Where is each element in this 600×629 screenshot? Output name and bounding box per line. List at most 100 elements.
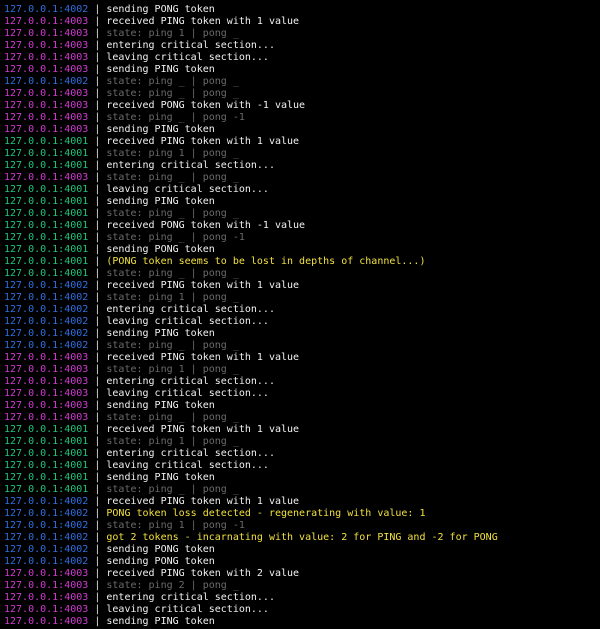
log-message: entering critical section...: [106, 160, 275, 171]
log-separator: |: [94, 556, 101, 567]
log-host: 127.0.0.1:4001: [4, 220, 89, 231]
log-host: 127.0.0.1:4003: [4, 616, 89, 627]
log-host: 127.0.0.1:4002: [4, 292, 89, 303]
log-line: 127.0.0.1:4001 | leaving critical sectio…: [4, 184, 600, 196]
log-message: state: ping 1 | pong _: [106, 436, 239, 447]
log-line: 127.0.0.1:4002 | PONG token loss detecte…: [4, 508, 600, 520]
log-separator: |: [94, 172, 101, 183]
log-separator: |: [94, 112, 101, 123]
log-host: 127.0.0.1:4001: [4, 160, 89, 171]
log-line: 127.0.0.1:4003 | received PING token wit…: [4, 352, 600, 364]
log-message: state: ping _ | pong _: [106, 172, 239, 183]
log-separator: |: [94, 532, 101, 543]
log-message: leaving critical section...: [106, 184, 269, 195]
log-message: leaving critical section...: [106, 316, 269, 327]
log-host: 127.0.0.1:4001: [4, 196, 89, 207]
log-message: sending PING token: [106, 64, 215, 75]
log-message: leaving critical section...: [106, 460, 269, 471]
log-host: 127.0.0.1:4002: [4, 340, 89, 351]
log-message: state: ping _ | pong _: [106, 484, 239, 495]
log-message: sending PING token: [106, 196, 215, 207]
log-separator: |: [94, 328, 101, 339]
log-host: 127.0.0.1:4003: [4, 592, 89, 603]
log-message: received PONG token with -1 value: [106, 220, 306, 231]
log-separator: |: [94, 64, 101, 75]
log-host: 127.0.0.1:4003: [4, 16, 89, 27]
log-message: state: ping 1 | pong _: [106, 148, 239, 159]
log-message: state: ping _ | pong _: [106, 88, 239, 99]
log-line: 127.0.0.1:4003 | state: ping 1 | pong _: [4, 364, 600, 376]
log-host: 127.0.0.1:4001: [4, 436, 89, 447]
log-line: 127.0.0.1:4002 | received PING token wit…: [4, 496, 600, 508]
log-separator: |: [94, 604, 101, 615]
log-line: 127.0.0.1:4003 | state: ping 2 | pong _: [4, 580, 600, 592]
log-host: 127.0.0.1:4003: [4, 400, 89, 411]
log-host: 127.0.0.1:4003: [4, 64, 89, 75]
log-message: entering critical section...: [106, 592, 275, 603]
log-host: 127.0.0.1:4003: [4, 88, 89, 99]
log-host: 127.0.0.1:4002: [4, 316, 89, 327]
log-line: 127.0.0.1:4002 | received PING token wit…: [4, 280, 600, 292]
log-line: 127.0.0.1:4002 | sending PING token: [4, 328, 600, 340]
log-separator: |: [94, 544, 101, 555]
log-separator: |: [94, 292, 101, 303]
log-line: 127.0.0.1:4003 | received PING token wit…: [4, 568, 600, 580]
log-line: 127.0.0.1:4001 | sending PING token: [4, 196, 600, 208]
log-separator: |: [94, 436, 101, 447]
log-line: 127.0.0.1:4003 | state: ping _ | pong _: [4, 88, 600, 100]
log-separator: |: [94, 208, 101, 219]
log-host: 127.0.0.1:4003: [4, 580, 89, 591]
log-message: state: ping _ | pong _: [106, 268, 239, 279]
log-message: sending PING token: [106, 616, 215, 627]
terminal-output[interactable]: 127.0.0.1:4002 | sending PONG token 127.0…: [0, 0, 600, 629]
log-separator: |: [94, 424, 101, 435]
log-message: state: ping 1 | pong _: [106, 292, 239, 303]
log-host: 127.0.0.1:4003: [4, 40, 89, 51]
log-separator: |: [94, 340, 101, 351]
log-separator: |: [94, 592, 101, 603]
log-separator: |: [94, 568, 101, 579]
log-host: 127.0.0.1:4001: [4, 208, 89, 219]
log-separator: |: [94, 376, 101, 387]
log-message: got 2 tokens - incarnating with value: 2…: [106, 532, 498, 543]
log-line: 127.0.0.1:4003 | sending PING token: [4, 400, 600, 412]
log-line: 127.0.0.1:4003 | entering critical secti…: [4, 40, 600, 52]
log-host: 127.0.0.1:4003: [4, 376, 89, 387]
log-line: 127.0.0.1:4001 | received PING token wit…: [4, 424, 600, 436]
log-line: 127.0.0.1:4003 | leaving critical sectio…: [4, 604, 600, 616]
log-message: received PING token with 2 value: [106, 568, 300, 579]
log-host: 127.0.0.1:4003: [4, 124, 89, 135]
log-line: 127.0.0.1:4003 | sending PING token: [4, 64, 600, 76]
log-line: 127.0.0.1:4003 | leaving critical sectio…: [4, 52, 600, 64]
log-message: state: ping _ | pong -1: [106, 232, 245, 243]
log-line: 127.0.0.1:4002 | leaving critical sectio…: [4, 316, 600, 328]
log-host: 127.0.0.1:4001: [4, 484, 89, 495]
log-host: 127.0.0.1:4002: [4, 520, 89, 531]
log-line: 127.0.0.1:4003 | sending PING token: [4, 616, 600, 628]
log-separator: |: [94, 304, 101, 315]
log-host: 127.0.0.1:4003: [4, 568, 89, 579]
log-separator: |: [94, 316, 101, 327]
log-host: 127.0.0.1:4002: [4, 508, 89, 519]
log-host: 127.0.0.1:4003: [4, 364, 89, 375]
log-host: 127.0.0.1:4002: [4, 76, 89, 87]
log-message: leaving critical section...: [106, 388, 269, 399]
log-host: 127.0.0.1:4001: [4, 232, 89, 243]
log-message: sending PONG token: [106, 544, 215, 555]
log-separator: |: [94, 400, 101, 411]
log-host: 127.0.0.1:4003: [4, 100, 89, 111]
log-host: 127.0.0.1:4003: [4, 604, 89, 615]
log-host: 127.0.0.1:4001: [4, 268, 89, 279]
log-message: state: ping 1 | pong -1: [106, 520, 245, 531]
log-separator: |: [94, 232, 101, 243]
log-separator: |: [94, 448, 101, 459]
log-message: leaving critical section...: [106, 52, 269, 63]
log-separator: |: [94, 136, 101, 147]
log-host: 127.0.0.1:4002: [4, 328, 89, 339]
log-separator: |: [94, 220, 101, 231]
log-separator: |: [94, 124, 101, 135]
log-separator: |: [94, 616, 101, 627]
log-host: 127.0.0.1:4001: [4, 148, 89, 159]
log-line: 127.0.0.1:4003 | entering critical secti…: [4, 376, 600, 388]
log-line: 127.0.0.1:4003 | leaving critical sectio…: [4, 388, 600, 400]
